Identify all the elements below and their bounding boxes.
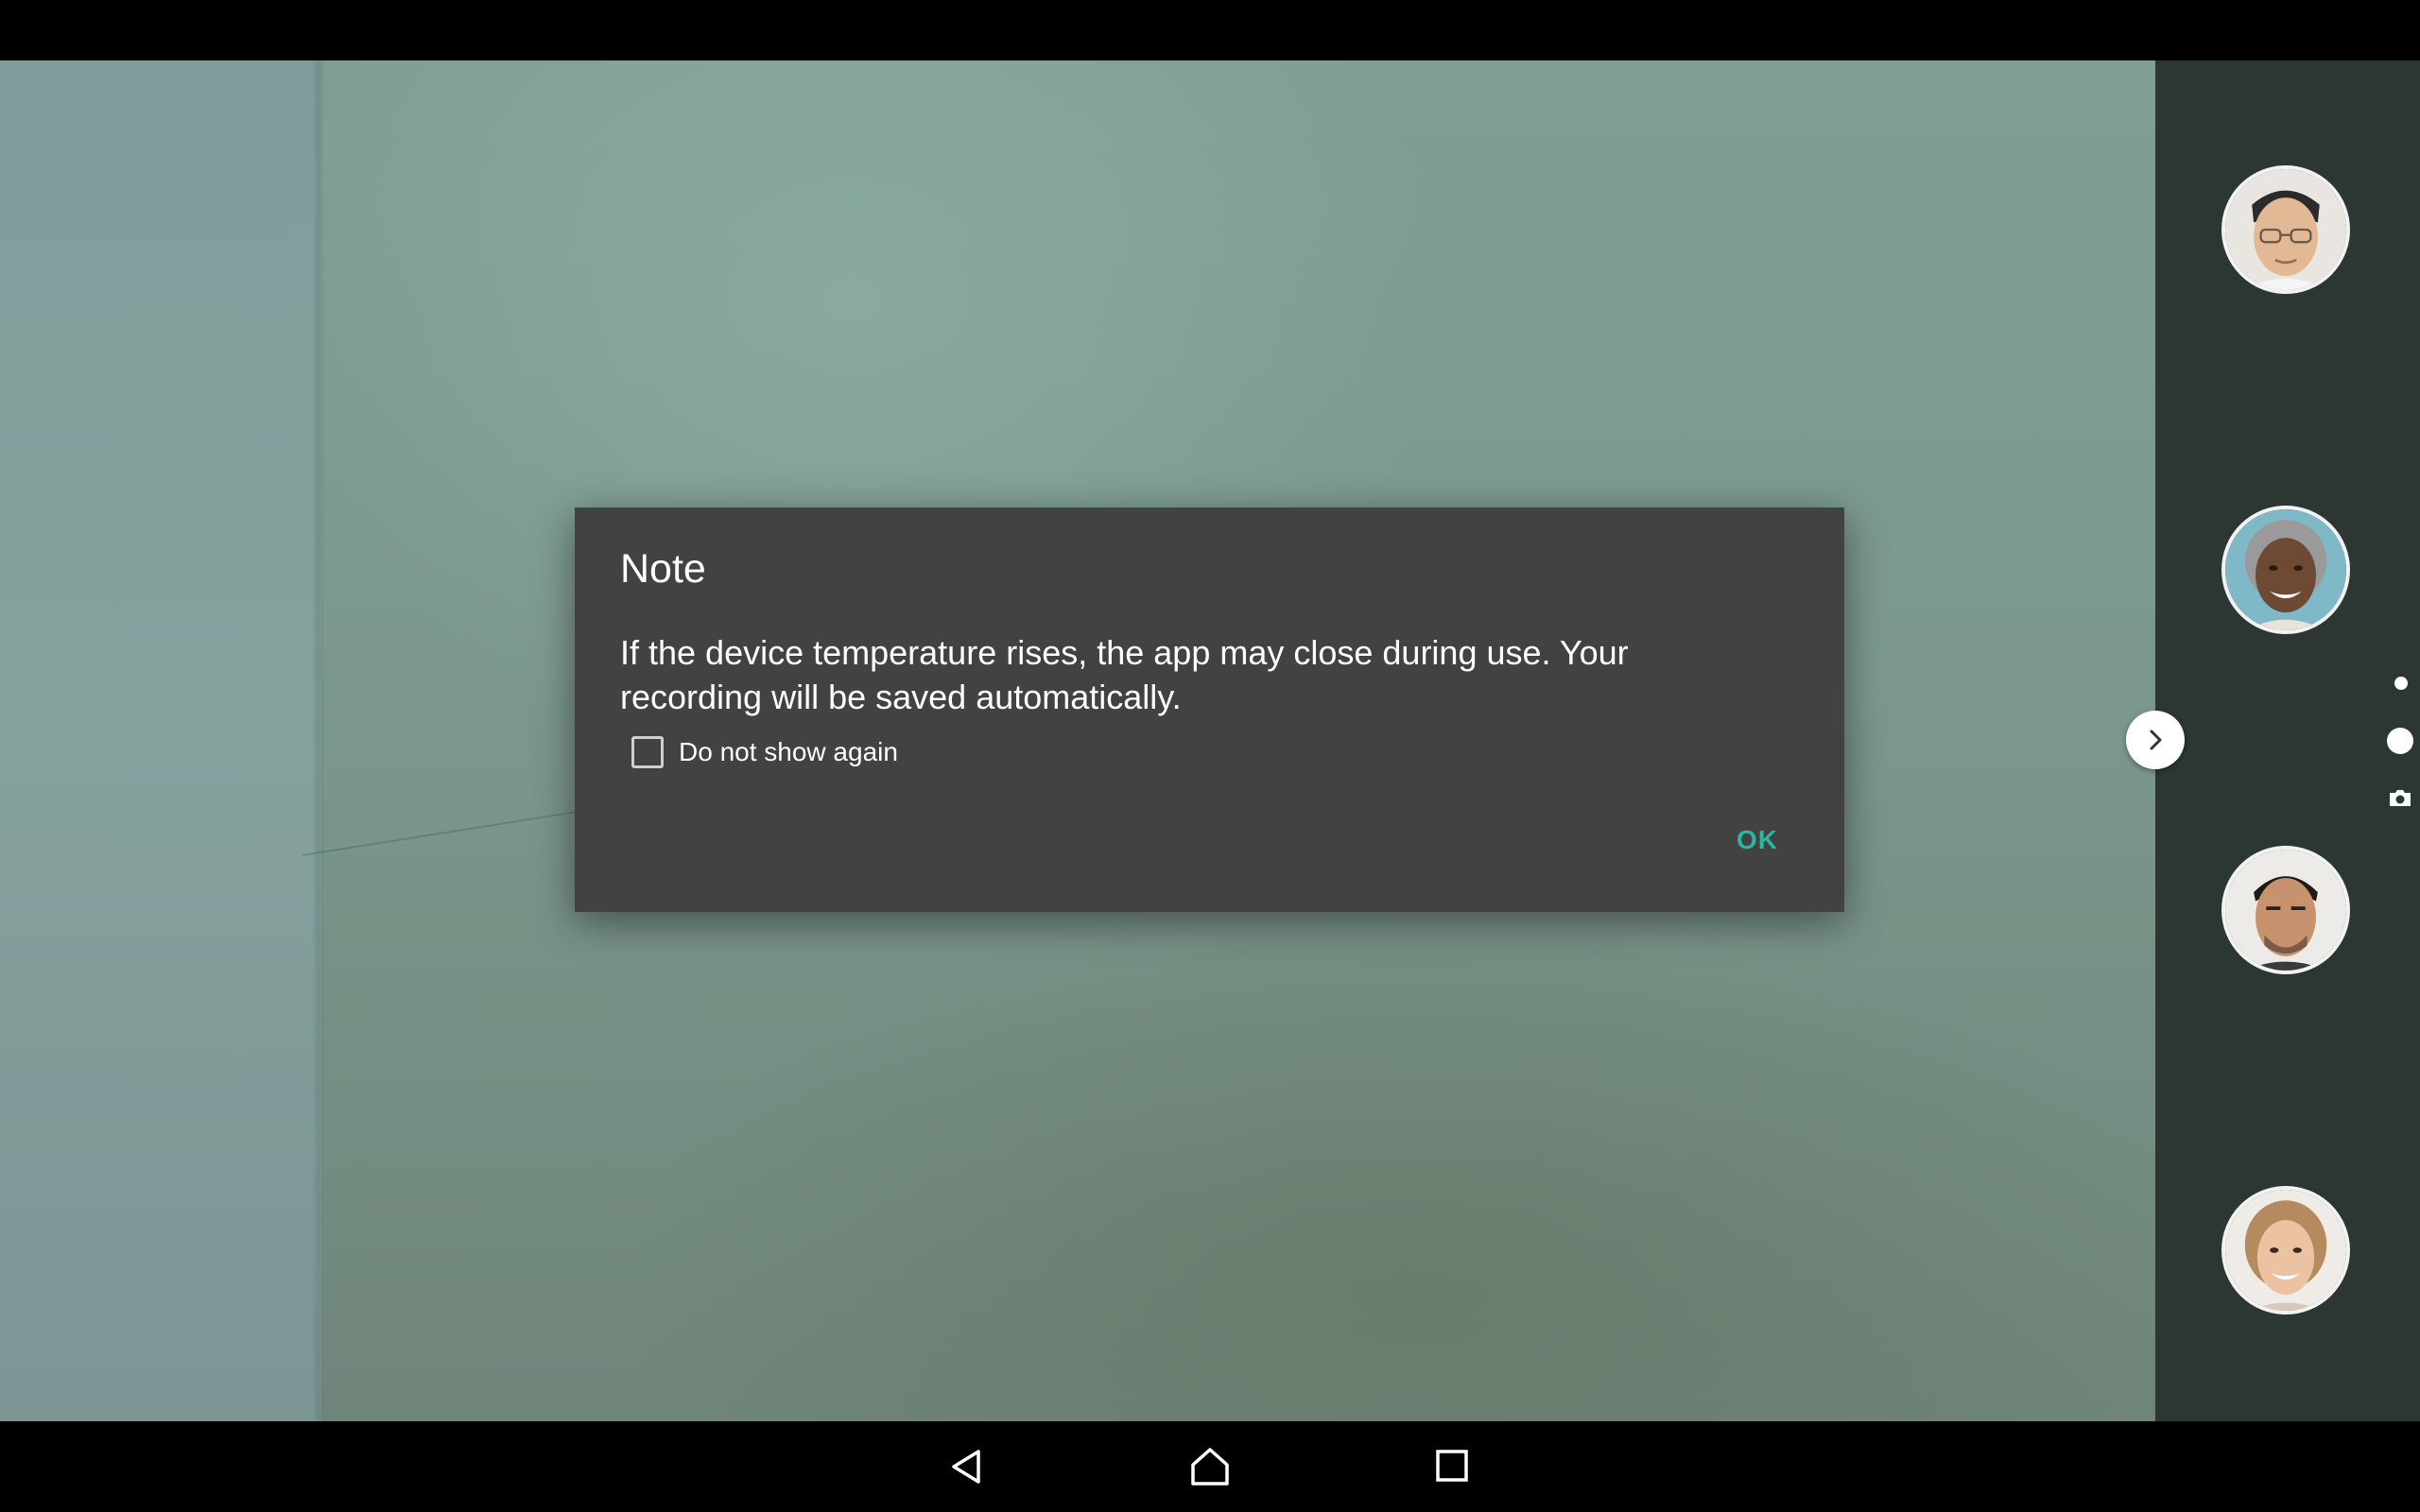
recents-icon[interactable]	[1423, 1440, 1479, 1493]
face-icon	[2225, 509, 2346, 630]
mode-indicator-small-dot[interactable]	[2394, 677, 2408, 690]
viewfinder-wall-left	[0, 60, 321, 1421]
avatar-young-woman[interactable]	[2221, 1186, 2350, 1314]
ok-button[interactable]: OK	[1718, 817, 1797, 863]
dialog-title: Note	[620, 546, 706, 592]
do-not-show-again-option[interactable]: Do not show again	[631, 733, 898, 771]
dialog-message: If the device temperature rises, the app…	[620, 633, 1629, 716]
mode-indicator-large-dot[interactable]	[2387, 728, 2413, 754]
screen: Note If the device temperature rises, th…	[0, 0, 2420, 1512]
face-icon	[2225, 1190, 2346, 1311]
viewfinder-wall-crack	[302, 810, 583, 856]
note-dialog: Note If the device temperature rises, th…	[575, 507, 1844, 912]
home-icon[interactable]	[1182, 1440, 1238, 1493]
chevron-right-icon	[2150, 730, 2162, 750]
face-icon	[2225, 169, 2346, 290]
do-not-show-again-checkbox[interactable]	[631, 736, 664, 768]
expand-panel-button[interactable]	[2126, 711, 2185, 769]
camera-icon[interactable]	[2388, 787, 2412, 808]
avatar-older-man-glasses[interactable]	[2221, 165, 2350, 294]
do-not-show-again-label[interactable]: Do not show again	[679, 737, 898, 767]
status-bar	[0, 0, 2420, 60]
viewfinder-wall-edge	[312, 60, 325, 1421]
avatar-man-dark-hair[interactable]	[2221, 846, 2350, 974]
avatar-woman-gray-hair[interactable]	[2221, 506, 2350, 634]
face-icon	[2225, 850, 2346, 971]
navigation-bar	[0, 1421, 2420, 1512]
back-icon[interactable]	[941, 1440, 997, 1493]
